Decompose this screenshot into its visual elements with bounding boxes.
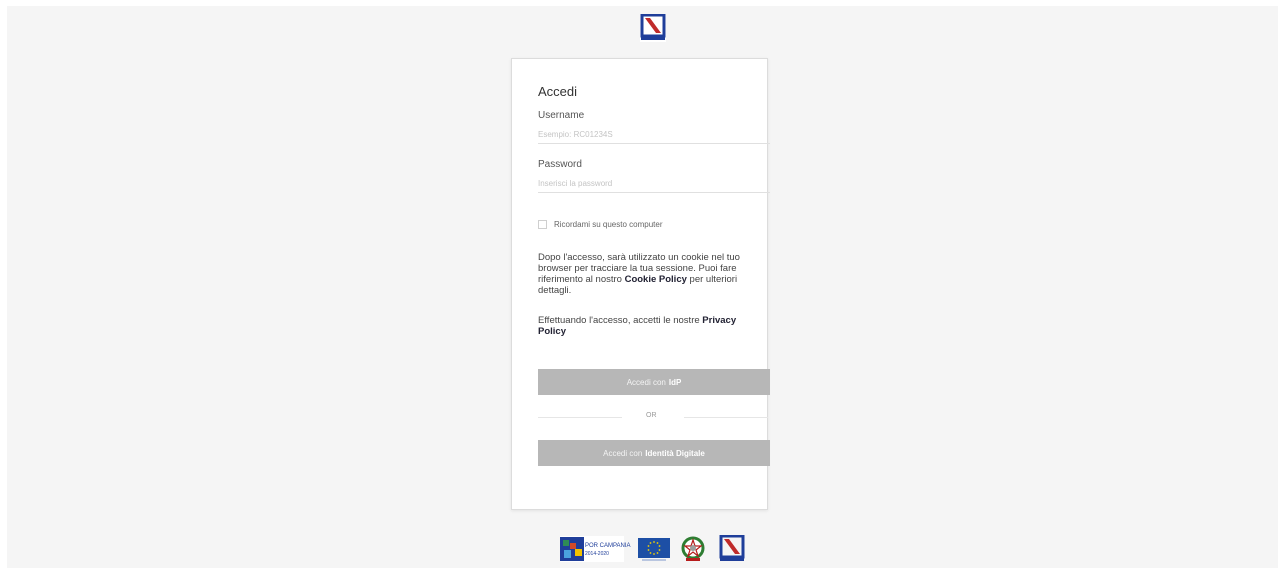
privacy-notice: Effettuando l'accesso, accetti le nostre…	[538, 315, 753, 337]
or-divider-left	[538, 417, 622, 418]
digital-id-button-prefix: Accedi con	[603, 448, 643, 458]
username-input[interactable]	[538, 126, 770, 144]
regione-campania-logo	[640, 13, 666, 42]
login-with-idp-button[interactable]: Accedi con IdP	[538, 369, 770, 395]
or-divider-right	[684, 417, 768, 418]
password-input[interactable]	[538, 175, 770, 193]
por-logo-years: 2014-2020	[585, 551, 609, 557]
login-with-digital-identity-button[interactable]: Accedi con Identità Digitale	[538, 440, 770, 466]
por-campania-logo: POR CAMPANIA 2014-2020	[560, 536, 631, 562]
login-title: Accedi	[538, 84, 578, 99]
cookie-notice: Dopo l'accesso, sarà utilizzato un cooki…	[538, 252, 753, 296]
login-card: Accedi Username Password Ricordami su qu…	[511, 58, 770, 510]
privacy-notice-text: Effettuando l'accesso, accetti le nostre	[538, 315, 703, 326]
or-divider-text: OR	[646, 412, 657, 419]
remember-me-checkbox[interactable]	[538, 220, 547, 229]
regione-campania-footer-logo	[719, 534, 745, 563]
por-logo-text: POR CAMPANIA	[585, 543, 631, 549]
eu-flag-logo	[638, 538, 670, 562]
remember-me-label: Ricordami su questo computer	[554, 220, 663, 229]
password-label: Password	[538, 159, 582, 170]
cookie-policy-link[interactable]: Cookie Policy	[625, 274, 687, 285]
username-label: Username	[538, 110, 585, 121]
italian-republic-emblem	[680, 535, 706, 563]
digital-id-button-bold: Identità Digitale	[645, 448, 705, 458]
idp-button-prefix: Accedi con	[626, 377, 666, 387]
idp-button-bold: IdP	[668, 377, 682, 387]
